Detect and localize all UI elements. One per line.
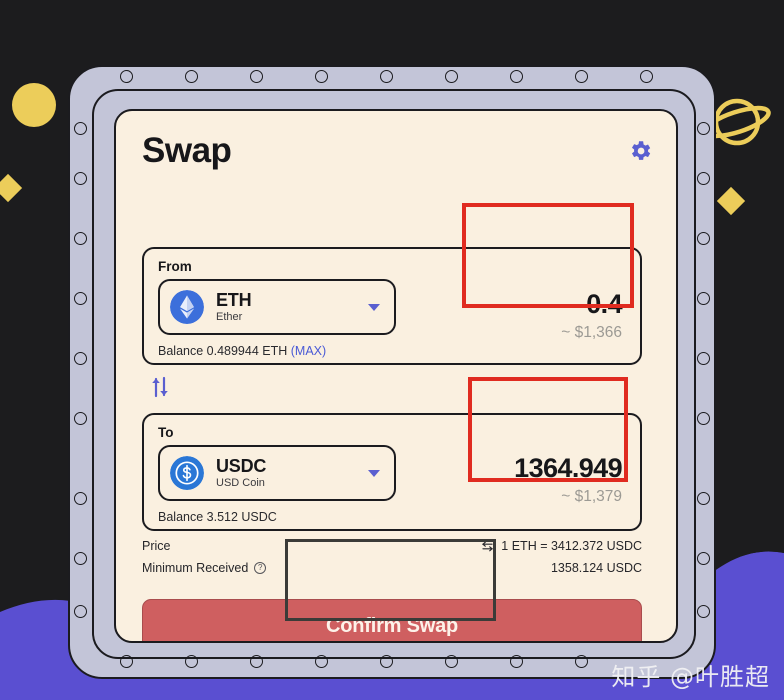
from-token-text: ETH Ether <box>216 289 368 323</box>
frame-rivet <box>74 552 87 565</box>
price-row: Price 1 ETH = 3412.372 USDC <box>142 539 642 553</box>
swap-horizontal-icon[interactable] <box>481 541 494 552</box>
swap-info-rows: Price 1 ETH = 3412.372 USDC Minimum Rece… <box>142 539 642 583</box>
minimum-received-value: 1358.124 USDC <box>550 561 642 575</box>
frame-rivet <box>697 552 710 565</box>
frame-rivet <box>120 655 133 668</box>
gear-icon <box>631 141 651 160</box>
frame-rivet <box>380 655 393 668</box>
chevron-down-icon <box>368 469 380 477</box>
device-inner-frame: Swap From ETH Ether Balance 0.489944 ETH… <box>92 89 696 659</box>
minimum-received-row: Minimum Received ? 1358.124 USDC <box>142 561 642 575</box>
usdc-icon <box>170 456 204 490</box>
to-balance: Balance 3.512 USDC <box>158 510 277 524</box>
minimum-value-wrap: 1358.124 USDC <box>551 561 642 575</box>
frame-rivet <box>250 655 263 668</box>
price-value-wrap: 1 ETH = 3412.372 USDC <box>481 539 642 553</box>
settings-button[interactable] <box>626 137 654 165</box>
yellow-circle-icon <box>12 83 56 127</box>
swap-direction-button[interactable] <box>142 369 178 405</box>
device-outer-frame: Swap From ETH Ether Balance 0.489944 ETH… <box>68 65 716 679</box>
frame-rivet <box>697 492 710 505</box>
frame-rivet <box>74 232 87 245</box>
frame-rivet <box>250 70 263 83</box>
watermark: 知乎 @叶胜超 <box>611 663 770 691</box>
page-title: Swap <box>142 131 232 170</box>
from-token-name: Ether <box>216 310 243 323</box>
frame-rivet <box>380 70 393 83</box>
frame-rivet <box>510 70 523 83</box>
frame-rivet <box>74 352 87 365</box>
from-label: From <box>158 259 192 274</box>
frame-rivet <box>74 172 87 185</box>
confirm-swap-label: Confirm Swap <box>325 614 459 637</box>
screenshot-root: Swap From ETH Ether Balance 0.489944 ETH… <box>0 0 784 700</box>
from-max-button[interactable]: (MAX) <box>291 344 326 358</box>
minimum-label-wrap: Minimum Received ? <box>142 561 267 575</box>
swap-app-screen: Swap From ETH Ether Balance 0.489944 ETH… <box>114 109 678 643</box>
from-amount-display[interactable]: 0.4 ~ $1,366 <box>561 291 632 341</box>
frame-rivet <box>697 352 710 365</box>
from-amount-usd: ~ $1,366 <box>561 324 622 341</box>
swap-vertical-arrows-icon <box>152 376 168 398</box>
frame-rivet <box>185 70 198 83</box>
frame-rivet <box>445 655 458 668</box>
minimum-received-label: Minimum Received <box>142 561 249 575</box>
to-token-name: USD Coin <box>216 476 265 489</box>
frame-rivet <box>575 655 588 668</box>
from-token-symbol: ETH <box>216 289 252 310</box>
question-circle-icon[interactable]: ? <box>254 562 267 574</box>
frame-rivet <box>74 492 87 505</box>
frame-rivet <box>74 605 87 618</box>
frame-rivet <box>74 412 87 425</box>
price-label-wrap: Price <box>142 539 170 553</box>
frame-rivet <box>697 172 710 185</box>
from-balance-text: Balance 0.489944 ETH <box>158 344 288 358</box>
yellow-diamond-right-icon <box>716 186 746 216</box>
app-header: Swap <box>142 131 654 171</box>
to-token-text: USDC USD Coin <box>216 455 368 489</box>
frame-rivet <box>315 655 328 668</box>
to-label: To <box>158 425 174 440</box>
to-amount-usd: ~ $1,379 <box>561 488 622 505</box>
to-token-selector[interactable]: USDC USD Coin <box>158 445 396 501</box>
to-panel: To USDC USD Coin Balance 3.512 USDC 1364… <box>142 413 642 531</box>
from-token-selector[interactable]: ETH Ether <box>158 279 396 335</box>
chevron-down-icon <box>368 303 380 311</box>
frame-rivet <box>185 655 198 668</box>
from-amount-value: 0.4 <box>586 289 622 319</box>
frame-rivet <box>697 122 710 135</box>
frame-rivet <box>640 70 653 83</box>
ethereum-icon <box>170 290 204 324</box>
frame-rivet <box>315 70 328 83</box>
frame-rivet <box>697 292 710 305</box>
yellow-diamond-left-icon <box>0 173 23 203</box>
frame-rivet <box>120 70 133 83</box>
frame-rivet <box>697 232 710 245</box>
price-value: 1 ETH = 3412.372 USDC <box>501 539 642 553</box>
from-panel: From ETH Ether Balance 0.489944 ETH (MAX… <box>142 247 642 365</box>
to-token-symbol: USDC <box>216 455 267 476</box>
to-amount-display[interactable]: 1364.949 ~ $1,379 <box>514 455 632 505</box>
frame-rivet <box>575 70 588 83</box>
frame-rivet <box>510 655 523 668</box>
from-balance: Balance 0.489944 ETH (MAX) <box>158 344 326 358</box>
confirm-swap-button[interactable]: Confirm Swap <box>142 599 642 641</box>
to-balance-text: Balance 3.512 USDC <box>158 510 277 524</box>
frame-rivet <box>445 70 458 83</box>
frame-rivet <box>697 605 710 618</box>
price-label: Price <box>142 539 171 553</box>
to-amount-value: 1364.949 <box>514 453 622 483</box>
frame-rivet <box>74 122 87 135</box>
frame-rivet <box>697 412 710 425</box>
frame-rivet <box>74 292 87 305</box>
